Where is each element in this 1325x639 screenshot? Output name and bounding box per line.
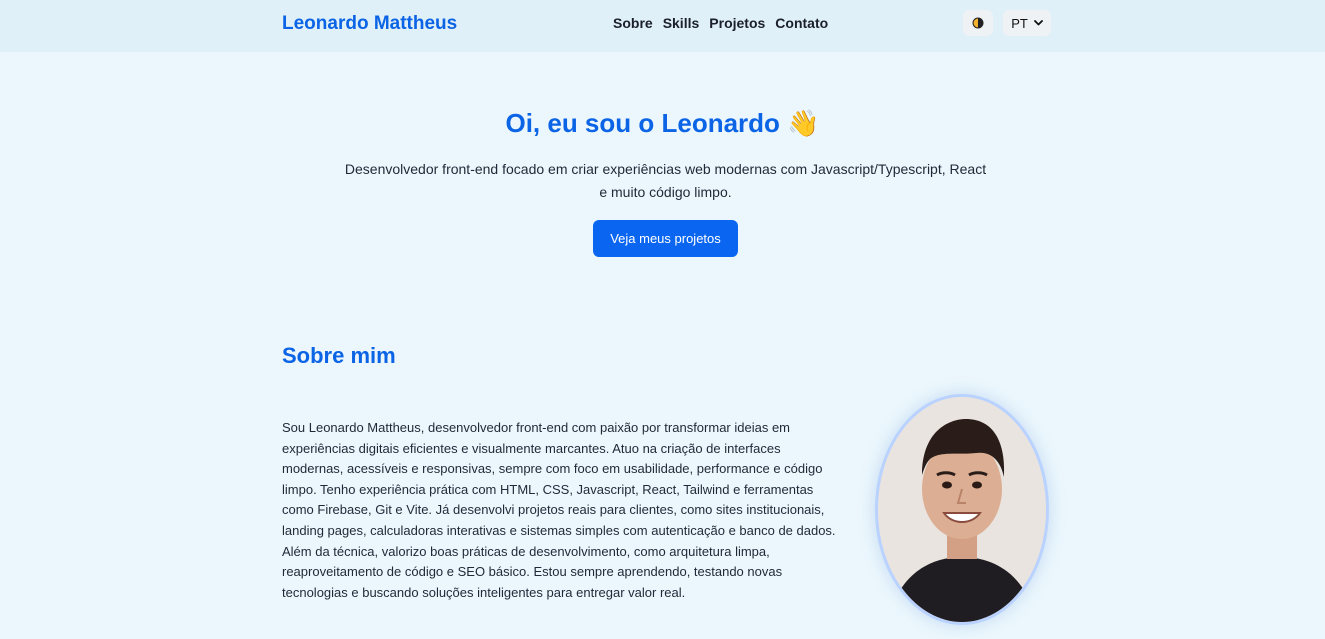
main-nav: Sobre Skills Projetos Contato xyxy=(613,15,828,31)
nav-skills[interactable]: Skills xyxy=(663,15,700,31)
view-projects-button[interactable]: Veja meus projetos xyxy=(593,220,738,257)
brand-logo[interactable]: Leonardo Mattheus xyxy=(282,13,457,35)
profile-photo xyxy=(875,394,1049,625)
nav-contato[interactable]: Contato xyxy=(775,15,828,31)
language-value: PT xyxy=(1011,15,1028,31)
language-select[interactable]: PT xyxy=(1003,10,1051,36)
hero-title: Oi, eu sou o Leonardo 👋 xyxy=(505,108,820,138)
hero-description: Desenvolvedor front-end focado em criar … xyxy=(344,161,987,200)
chevron-down-icon xyxy=(1033,20,1043,26)
nav-sobre[interactable]: Sobre xyxy=(613,15,653,31)
about-title: Sobre mim xyxy=(282,343,396,368)
about-text: Sou Leonardo Mattheus, desenvolvedor fro… xyxy=(282,420,836,600)
half-circle-icon xyxy=(972,17,984,29)
site-header: Leonardo Mattheus Sobre Skills Projetos … xyxy=(0,0,1325,52)
nav-projetos[interactable]: Projetos xyxy=(709,15,765,31)
theme-toggle-button[interactable] xyxy=(963,10,993,36)
